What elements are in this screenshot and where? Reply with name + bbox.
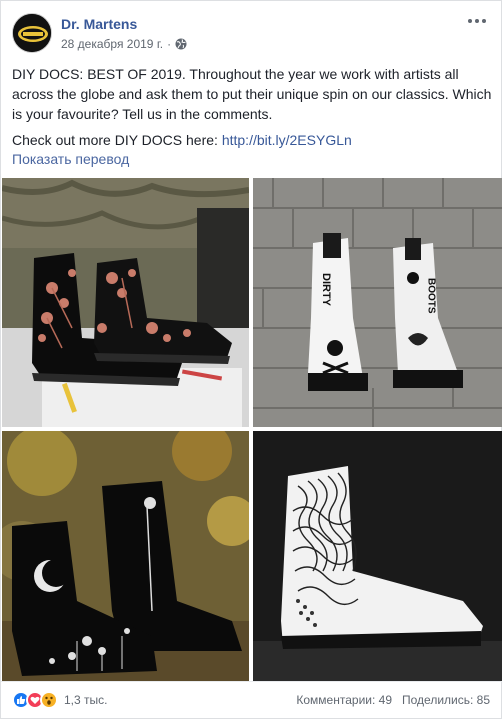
post-link[interactable]: http://bit.ly/2ESYGLn: [222, 132, 352, 148]
photo-moon-boots[interactable]: [2, 431, 249, 681]
shares-count[interactable]: Поделились: 85: [402, 693, 490, 707]
post-text-paragraph: DIY DOCS: BEST OF 2019. Throughout the y…: [12, 66, 492, 122]
photo-dirty-boots[interactable]: DIRTY BOOTS: [253, 178, 502, 427]
photo-floral-boots[interactable]: [2, 178, 249, 427]
post-header: Dr. Martens 28 декабря 2019 г. ·: [12, 13, 490, 57]
globe-icon[interactable]: [175, 38, 187, 50]
boots-text: BOOTS: [426, 278, 437, 314]
post-date[interactable]: 28 декабря 2019 г.: [61, 37, 163, 51]
more-options-icon[interactable]: [468, 15, 488, 27]
link-prefix: Check out more DIY DOCS here:: [12, 132, 222, 148]
post-meta: 28 декабря 2019 г. ·: [61, 37, 187, 51]
post-footer: 1,3 тыс. Комментарии: 49 Поделились: 85: [1, 681, 502, 719]
photo-grid: DIRTY BOOTS: [2, 178, 502, 681]
comments-count[interactable]: Комментарии: 49: [296, 693, 392, 707]
facebook-post: Dr. Martens 28 декабря 2019 г. · DIY DOC…: [0, 0, 502, 719]
engagement-counts: Комментарии: 49 Поделились: 85: [296, 693, 490, 707]
meta-separator: ·: [167, 37, 172, 51]
page-avatar[interactable]: [12, 13, 52, 53]
dr-martens-logo-icon: [13, 14, 51, 52]
reactions-summary[interactable]: 1,3 тыс.: [12, 691, 107, 709]
wow-icon: [40, 691, 58, 709]
post-text: DIY DOCS: BEST OF 2019. Throughout the y…: [12, 64, 492, 156]
post-text-link-paragraph: Check out more DIY DOCS here: http://bit…: [12, 130, 492, 150]
dirty-text: DIRTY: [320, 273, 332, 307]
photo-wave-boot[interactable]: [253, 431, 502, 681]
page-name-link[interactable]: Dr. Martens: [61, 16, 137, 32]
translate-link[interactable]: Показать перевод: [12, 151, 129, 167]
reaction-count[interactable]: 1,3 тыс.: [64, 693, 107, 707]
